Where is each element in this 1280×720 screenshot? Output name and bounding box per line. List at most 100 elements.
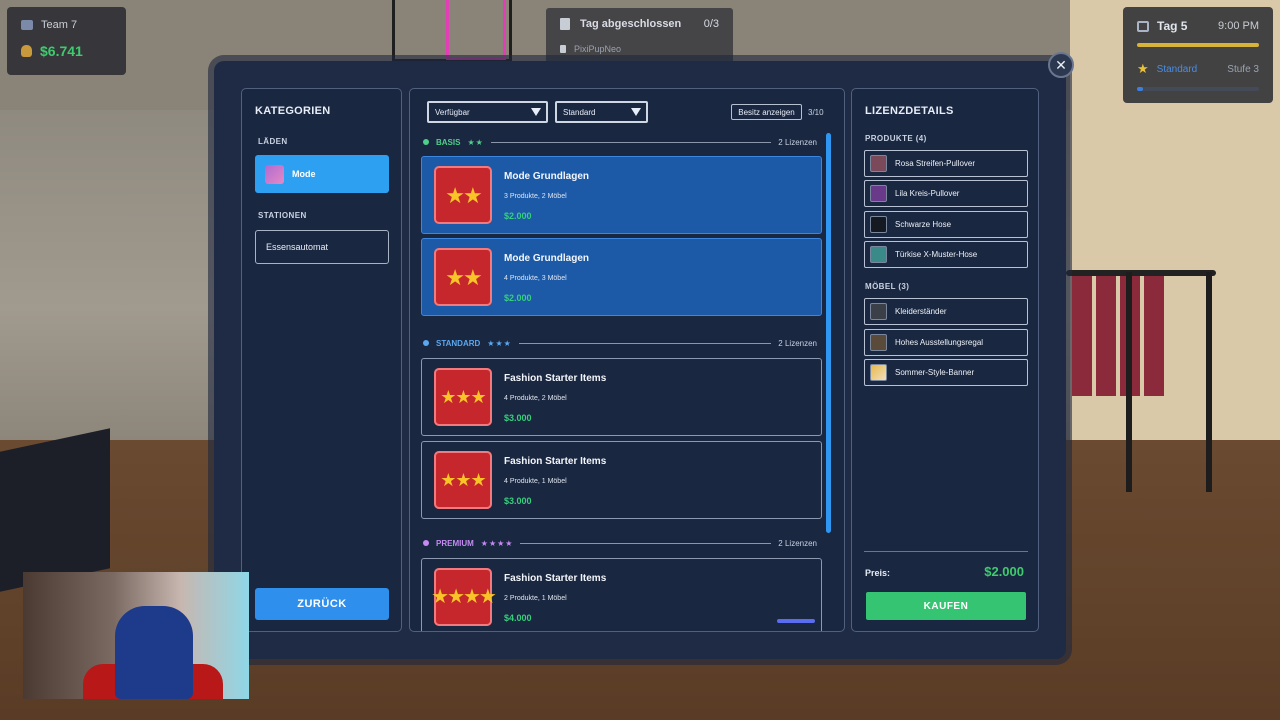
product-name: Türkise X-Muster-Hose: [895, 250, 978, 259]
money-bag-icon: [21, 45, 32, 57]
tier-dot: [423, 340, 429, 346]
availability-dropdown-value: Verfügbar: [435, 107, 470, 117]
three-star-badge-icon: ★★★: [434, 368, 492, 426]
team-money-hud: Team 7 $6.741: [7, 7, 126, 75]
price-value: $2.000: [984, 564, 1024, 579]
tier-divider: [520, 542, 772, 544]
back-button[interactable]: ZURÜCK: [255, 588, 389, 620]
clothing-rack: [1066, 258, 1216, 508]
chair: [0, 428, 110, 592]
license-name: Mode Grundlagen: [504, 171, 589, 182]
furniture-name: Kleiderständer: [895, 307, 947, 316]
level-name: Standard: [1156, 63, 1198, 75]
price-label: Preis:: [865, 568, 891, 578]
license-desc: 2 Produkte, 1 Möbel: [504, 595, 567, 602]
license-count: 3/10: [808, 108, 824, 117]
furniture-name: Hohes Ausstellungsregal: [895, 338, 984, 347]
pants-icon: [870, 246, 887, 263]
banner-icon: [870, 364, 887, 381]
mode-icon: [265, 164, 284, 184]
license-card[interactable]: ★★ Mode Grundlagen 3 Produkte, 2 Möbel $…: [421, 156, 822, 234]
task-hud: Tag abgeschlossen 0/3 PixiPupNeo: [546, 8, 733, 64]
license-card[interactable]: ★★★ Fashion Starter Items 4 Produkte, 2 …: [421, 358, 822, 436]
product-name: Rosa Streifen-Pullover: [895, 159, 976, 168]
webcam-person-mask: [115, 606, 193, 699]
category-mode[interactable]: Mode: [255, 155, 389, 193]
webcam-overlay: [23, 572, 249, 699]
furniture-item: Kleiderständer: [864, 298, 1028, 325]
chevron-down-icon: [631, 108, 641, 116]
product-name: Schwarze Hose: [895, 220, 952, 229]
task-subtitle: PixiPupNeo: [574, 44, 622, 54]
license-desc: 4 Produkte, 1 Möbel: [504, 478, 567, 485]
tier-dot: [423, 139, 429, 145]
tier-stars: ★★: [467, 137, 484, 147]
sort-dropdown[interactable]: Standard: [555, 101, 648, 123]
tier-name: BASIS: [436, 137, 461, 147]
team-name: Team 7: [41, 19, 78, 31]
team-icon: [21, 20, 33, 30]
license-price: $2.000: [504, 211, 532, 221]
product-item: Türkise X-Muster-Hose: [864, 241, 1028, 268]
close-icon[interactable]: ✕: [1048, 52, 1074, 78]
license-card[interactable]: ★★ Mode Grundlagen 4 Produkte, 3 Möbel $…: [421, 238, 822, 316]
owned-indicator: [777, 619, 815, 623]
product-name: Lila Kreis-Pullover: [895, 189, 960, 198]
product-item: Lila Kreis-Pullover: [864, 180, 1028, 207]
license-name: Fashion Starter Items: [504, 573, 607, 584]
buy-button[interactable]: KAUFEN: [866, 592, 1026, 620]
four-star-badge-icon: ★★★★: [431, 568, 497, 626]
price-divider: [864, 551, 1028, 552]
tier-divider: [490, 141, 772, 143]
sweater-icon: [870, 185, 887, 202]
license-price: $3.000: [504, 413, 532, 423]
level-progress-fill: [1137, 87, 1144, 91]
time-label: 9:00 PM: [1218, 20, 1259, 32]
neon-frame: [446, 0, 506, 60]
category-mode-label: Mode: [292, 169, 316, 179]
tier-dot: [423, 540, 429, 546]
categories-panel: KATEGORIEN LÄDEN Mode STATIONEN Essensau…: [241, 88, 402, 632]
sort-dropdown-value: Standard: [563, 107, 596, 117]
category-essensautomat-label: Essensautomat: [266, 242, 329, 252]
license-desc: 3 Produkte, 2 Möbel: [504, 193, 567, 200]
two-star-badge-icon: ★★: [434, 248, 492, 306]
day-time-hud: Tag 5 9:00 PM ★ Standard Stufe 3: [1123, 7, 1273, 103]
license-card[interactable]: ★★★★ Fashion Starter Items 2 Produkte, 1…: [421, 558, 822, 631]
furniture-section-label: MÖBEL (3): [865, 282, 910, 291]
pants-icon: [870, 216, 887, 233]
license-name: Fashion Starter Items: [504, 456, 607, 467]
license-price: $2.000: [504, 293, 532, 303]
level-progress-track: [1137, 87, 1259, 91]
three-star-badge-icon: ★★★: [434, 451, 492, 509]
license-card[interactable]: ★★★ Fashion Starter Items 4 Produkte, 1 …: [421, 441, 822, 519]
stations-section-label: STATIONEN: [258, 211, 307, 220]
details-title: LIZENZDETAILS: [865, 105, 954, 117]
license-price: $4.000: [504, 613, 532, 623]
license-name: Fashion Starter Items: [504, 373, 607, 384]
task-sub-icon: [560, 45, 566, 53]
license-list-scrollbar[interactable]: [826, 133, 831, 533]
tier-count: 2 Lizenzen: [778, 338, 817, 348]
tier-count: 2 Lizenzen: [778, 137, 817, 147]
show-owned-button[interactable]: Besitz anzeigen: [731, 104, 802, 120]
category-essensautomat[interactable]: Essensautomat: [255, 230, 389, 264]
chevron-down-icon: [531, 108, 541, 116]
availability-dropdown[interactable]: Verfügbar: [427, 101, 548, 123]
tier-count: 2 Lizenzen: [778, 538, 817, 548]
day-progress-bar: [1137, 43, 1259, 47]
tier-stars: ★★★★: [480, 538, 514, 548]
money-value: $6.741: [40, 43, 83, 59]
license-details-panel: LIZENZDETAILS PRODUKTE (4) Rosa Streifen…: [851, 88, 1039, 632]
license-desc: 4 Produkte, 2 Möbel: [504, 395, 567, 402]
tier-name: STANDARD: [436, 338, 481, 348]
license-desc: 4 Produkte, 3 Möbel: [504, 275, 567, 282]
tier-name: PREMIUM: [436, 538, 474, 548]
license-price: $3.000: [504, 496, 532, 506]
sweater-icon: [870, 155, 887, 172]
shelf-icon: [870, 334, 887, 351]
tier-header-standard: STANDARD ★★★ 2 Lizenzen: [423, 336, 817, 350]
products-section-label: PRODUKTE (4): [865, 134, 927, 143]
furniture-item: Hohes Ausstellungsregal: [864, 329, 1028, 356]
task-count: 0/3: [703, 18, 719, 30]
